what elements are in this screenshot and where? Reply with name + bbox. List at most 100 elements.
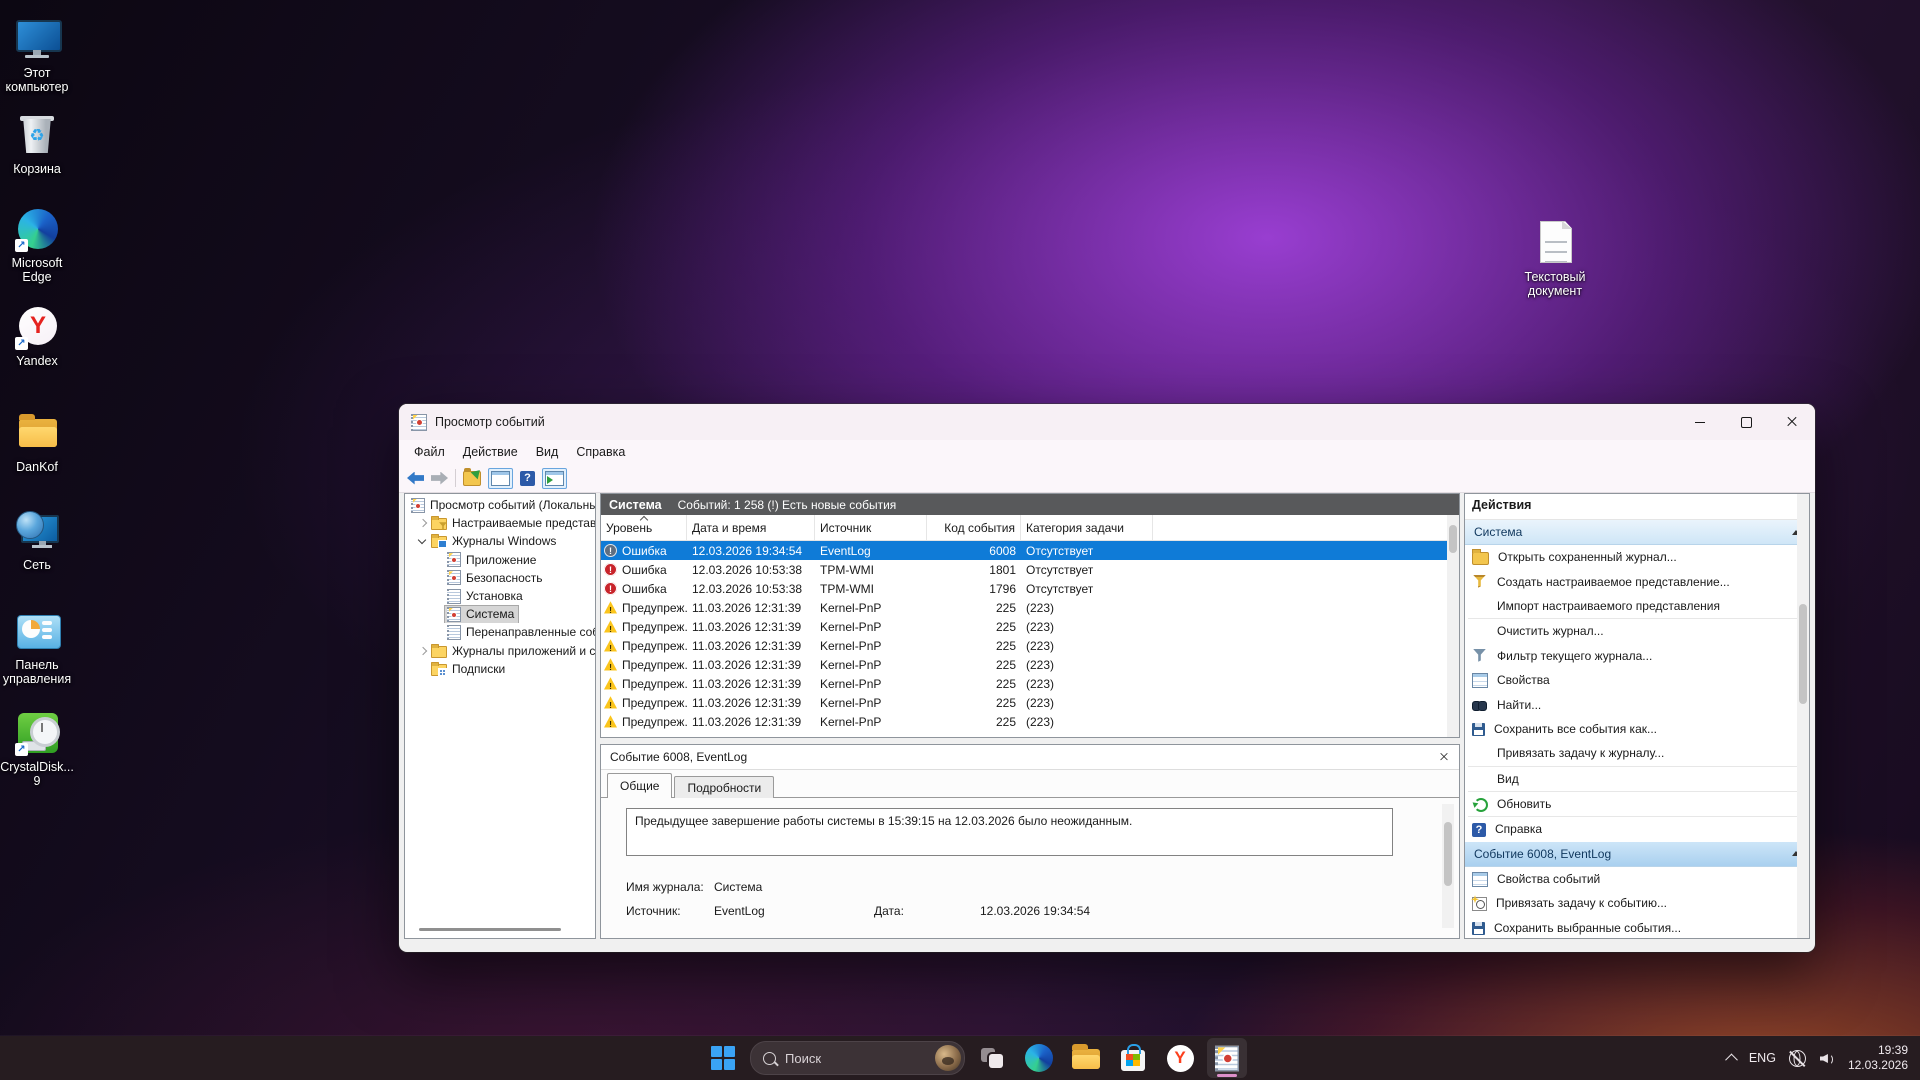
taskbar-edge-button[interactable] (1019, 1038, 1059, 1078)
close-button[interactable] (1769, 404, 1815, 440)
tree-item[interactable]: Настраиваемые представления (405, 514, 595, 532)
desktop-icon-yandex[interactable]: Y ↗ Yandex (0, 304, 80, 368)
search-box[interactable]: Поиск (750, 1041, 965, 1075)
action-item[interactable]: Открыть сохраненный журнал... (1465, 545, 1809, 569)
action-item[interactable]: Сохранить все события как... (1465, 717, 1809, 741)
event-row[interactable]: Предупреж...11.03.2026 12:31:39Kernel-Pn… (601, 636, 1447, 655)
taskbar-event-viewer-button[interactable] (1207, 1038, 1247, 1078)
event-row[interactable]: Предупреж...11.03.2026 12:31:39Kernel-Pn… (601, 598, 1447, 617)
forward-icon[interactable] (431, 472, 448, 485)
action-item[interactable]: Обновить (1465, 792, 1809, 816)
details-title: Событие 6008, EventLog (610, 750, 748, 764)
tray-volume-icon[interactable] (1819, 1050, 1835, 1066)
tray-overflow-chevron-icon[interactable] (1724, 1053, 1738, 1066)
tree-expander-icon[interactable] (417, 535, 429, 547)
action-item[interactable]: Свойства (1465, 668, 1809, 692)
tree-item[interactable]: Система (405, 605, 595, 624)
tree-item[interactable]: Журналы приложений и служб (405, 642, 595, 660)
list-vertical-scrollbar[interactable] (1447, 515, 1459, 737)
menubar-item[interactable]: Вид (527, 442, 568, 462)
event-message: Предыдущее завершение работы системы в 1… (626, 808, 1393, 856)
event-list: Система Событий: 1 258 (!) Есть новые со… (600, 493, 1460, 738)
desktop-icon-crystaldiskinfo[interactable]: ↗ CrystalDisk... 9 (0, 710, 80, 788)
actions-section-header[interactable]: Система (1465, 520, 1809, 545)
taskbar-yandex-button[interactable]: Y (1160, 1038, 1200, 1078)
tree-item[interactable]: Безопасность (405, 569, 595, 587)
tree-item[interactable]: Перенаправленные события (405, 623, 595, 641)
column-header[interactable]: Источник (815, 515, 927, 540)
event-row[interactable]: Ошибка12.03.2026 10:53:38TPM-WMI1796Отсу… (601, 579, 1447, 598)
maximize-button[interactable] (1723, 404, 1769, 440)
action-item[interactable]: Вид (1465, 767, 1809, 791)
desktop-icon-microsoft-edge[interactable]: ↗ Microsoft Edge (0, 206, 80, 284)
tree-expander-icon[interactable] (417, 517, 429, 529)
minimize-button[interactable] (1677, 404, 1723, 440)
event-row[interactable]: Предупреж...11.03.2026 12:31:39Kernel-Pn… (601, 655, 1447, 674)
details-vertical-scrollbar[interactable] (1442, 804, 1454, 928)
date-value: 12.03.2026 19:34:54 (980, 904, 1091, 918)
close-details-icon[interactable] (1439, 752, 1449, 762)
menubar-item[interactable]: Действие (454, 442, 527, 462)
action-item[interactable]: Фильтр текущего журнала... (1465, 644, 1809, 668)
details-tab[interactable]: Общие (607, 773, 673, 798)
folder-icon (431, 643, 447, 658)
desktop-icon-recycle-bin[interactable]: ♻ Корзина (0, 112, 80, 176)
tree-item[interactable]: Просмотр событий (Локальный) (405, 496, 595, 514)
action-item[interactable]: Очистить журнал... (1465, 619, 1809, 643)
taskbar-explorer-button[interactable] (1066, 1038, 1106, 1078)
tree-horizontal-scrollbar[interactable] (419, 928, 561, 931)
action-item-label: Привязать задачу к событию... (1496, 896, 1667, 911)
crystaldisk-icon: ↗ (13, 710, 61, 756)
tray-network-icon[interactable] (1788, 1049, 1806, 1067)
tree-item[interactable]: Подписки (405, 660, 595, 678)
column-header[interactable]: Категория задачи (1021, 515, 1153, 540)
event-row[interactable]: Предупреж...11.03.2026 12:31:39Kernel-Pn… (601, 617, 1447, 636)
actions-vertical-scrollbar[interactable] (1797, 494, 1809, 938)
action-item[interactable]: Привязать задачу к событию... (1465, 891, 1809, 915)
action-item[interactable]: Создать настраиваемое представление... (1465, 569, 1809, 593)
log-color-icon (447, 606, 461, 622)
details-tab[interactable]: Подробности (674, 776, 775, 798)
menubar-item[interactable]: Справка (567, 442, 634, 462)
tray-clock[interactable]: 19:39 12.03.2026 (1848, 1043, 1908, 1073)
tree-item[interactable]: Приложение (405, 551, 595, 569)
tree-expander-icon[interactable] (417, 645, 429, 657)
help-icon[interactable]: ? (520, 470, 535, 486)
event-row[interactable]: Предупреж...11.03.2026 12:31:39Kernel-Pn… (601, 712, 1447, 731)
desktop-icon-dankof-folder[interactable]: DanKof (0, 410, 80, 474)
menubar-item[interactable]: Файл (405, 442, 454, 462)
taskbar-store-button[interactable] (1113, 1038, 1153, 1078)
action-pane-icon[interactable] (542, 467, 567, 489)
event-row[interactable]: Ошибка12.03.2026 10:53:38TPM-WMI1801Отсу… (601, 560, 1447, 579)
action-item-label: Импорт настраиваемого представления (1497, 598, 1720, 613)
action-item[interactable]: Справка (1465, 817, 1809, 841)
export-list-icon[interactable] (463, 467, 481, 486)
tray-language-indicator[interactable]: ENG (1749, 1051, 1776, 1065)
event-row[interactable]: Предупреж...11.03.2026 12:31:39Kernel-Pn… (601, 674, 1447, 693)
tree-item[interactable]: Журналы Windows (405, 532, 595, 550)
action-item[interactable]: Сохранить выбранные события... (1465, 915, 1809, 938)
task-view-button[interactable] (972, 1038, 1012, 1078)
tree-item[interactable]: Установка (405, 587, 595, 605)
warning-icon (604, 677, 617, 690)
desktop-icon-control-panel[interactable]: Панель управления (0, 608, 80, 686)
start-button[interactable] (703, 1038, 743, 1078)
tray-time: 19:39 (1877, 1043, 1908, 1057)
event-row[interactable]: Ошибка12.03.2026 19:34:54EventLog6008Отс… (601, 541, 1447, 560)
actions-section-header[interactable]: Событие 6008, EventLog (1465, 841, 1809, 867)
action-item[interactable]: Найти... (1465, 692, 1809, 716)
edge-icon (1025, 1044, 1053, 1072)
event-row[interactable]: Предупреж...11.03.2026 12:31:39Kernel-Pn… (601, 693, 1447, 712)
desktop-icon-text-document[interactable]: Текстовый документ (1512, 220, 1598, 298)
action-item[interactable]: Свойства событий (1465, 867, 1809, 891)
column-header[interactable]: Код события (927, 515, 1021, 540)
console-tree-icon[interactable] (488, 467, 513, 489)
desktop-icon-this-pc[interactable]: Этот компьютер (0, 16, 80, 94)
column-header[interactable]: Уровень (601, 515, 687, 540)
action-item[interactable]: Привязать задачу к журналу... (1465, 741, 1809, 765)
back-icon[interactable] (407, 471, 424, 485)
column-header[interactable]: Дата и время (687, 515, 815, 540)
action-item[interactable]: Импорт настраиваемого представления (1465, 594, 1809, 618)
desktop-icon-network[interactable]: Сеть (0, 508, 80, 572)
desktop: Этот компьютер ♻ Корзина ↗ Microsoft Edge Y ↗ Yan… (0, 0, 1920, 1080)
